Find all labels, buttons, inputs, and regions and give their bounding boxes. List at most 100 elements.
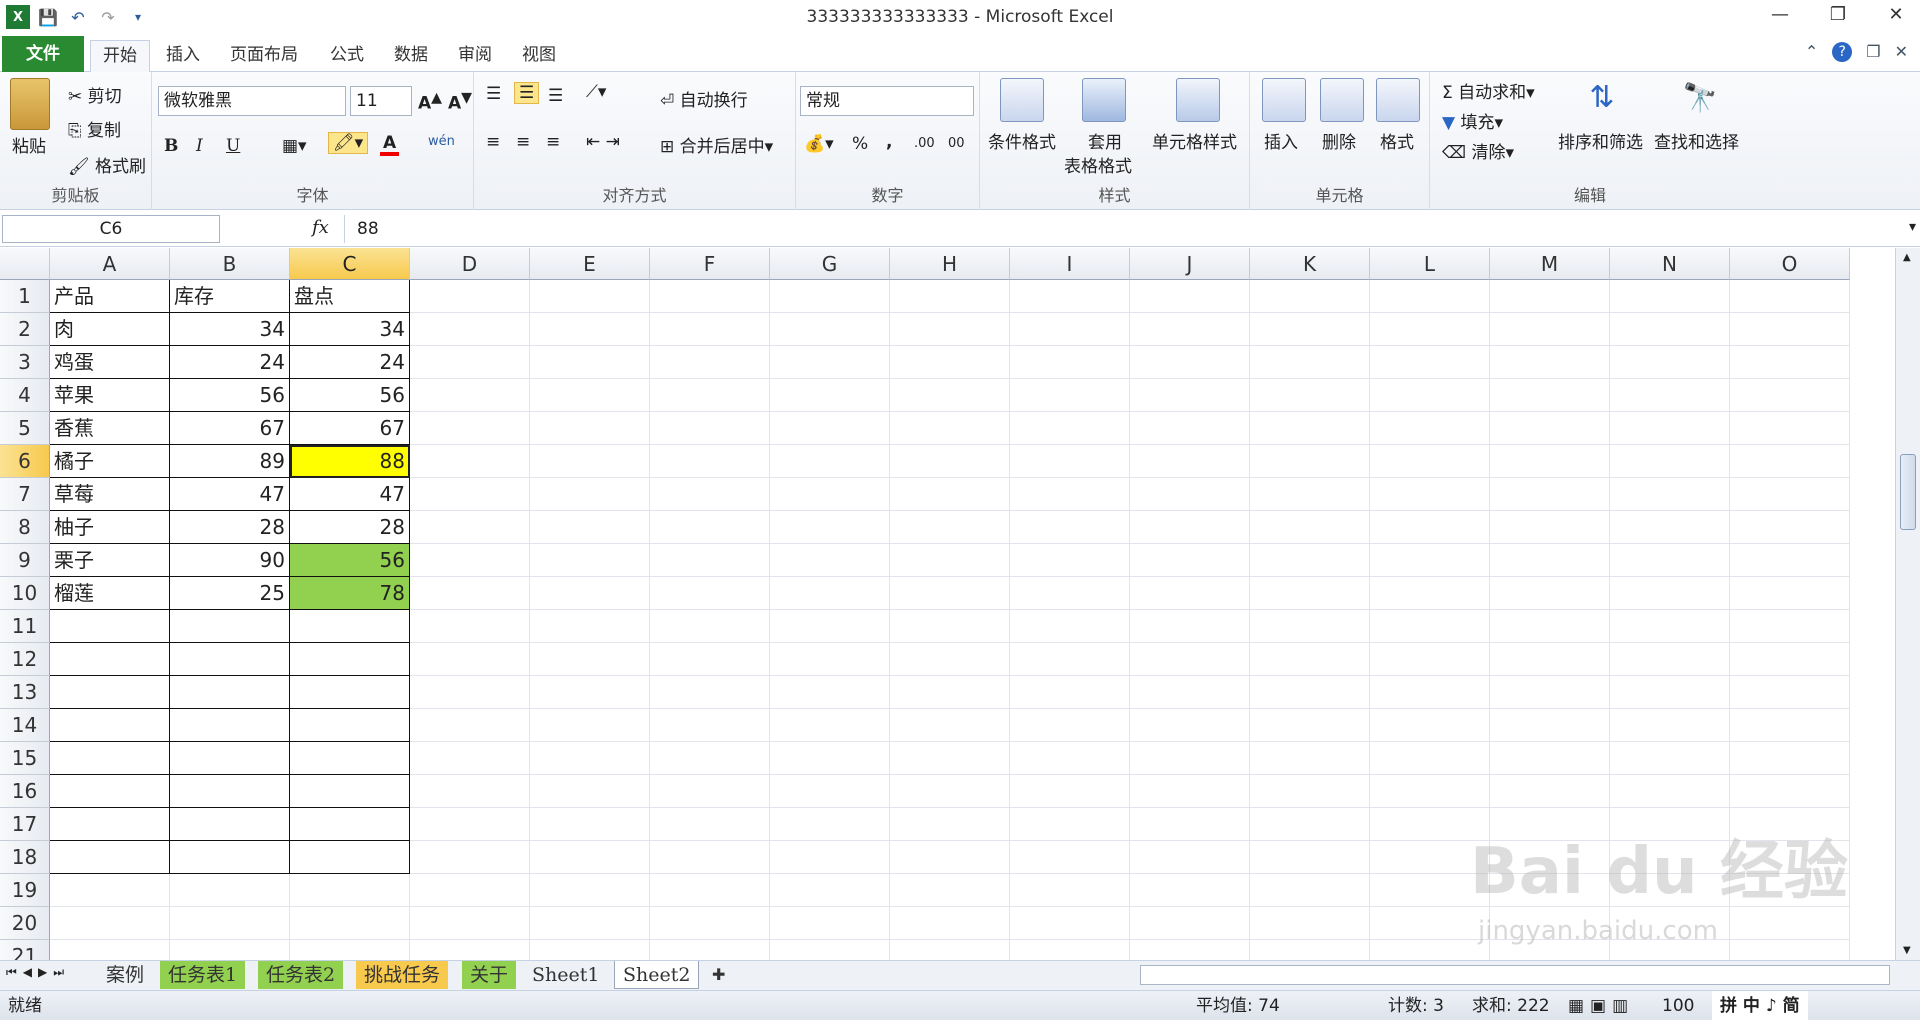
cell-c21[interactable] — [290, 940, 410, 960]
close-button[interactable]: ✕ — [1880, 4, 1912, 25]
cell-i2[interactable] — [1010, 313, 1130, 346]
row-header-11[interactable]: 11 — [0, 610, 50, 643]
cell-g3[interactable] — [770, 346, 890, 379]
cell-h18[interactable] — [890, 841, 1010, 874]
cell-i21[interactable] — [1010, 940, 1130, 960]
cell-o2[interactable] — [1730, 313, 1850, 346]
cell-j2[interactable] — [1130, 313, 1250, 346]
cell-f15[interactable] — [650, 742, 770, 775]
cell-f6[interactable] — [650, 445, 770, 478]
cell-g4[interactable] — [770, 379, 890, 412]
cell-d16[interactable] — [410, 775, 530, 808]
table-format-button[interactable]: 表格格式 — [1064, 152, 1132, 177]
format-cells-button[interactable]: 格式 — [1380, 128, 1414, 153]
cell-m10[interactable] — [1490, 577, 1610, 610]
cell-e1[interactable] — [530, 280, 650, 313]
row-header-14[interactable]: 14 — [0, 709, 50, 742]
cell-d7[interactable] — [410, 478, 530, 511]
cell-g7[interactable] — [770, 478, 890, 511]
cell-b21[interactable] — [170, 940, 290, 960]
column-header-m[interactable]: M — [1490, 248, 1610, 280]
cell-a13[interactable] — [50, 676, 170, 709]
column-header-j[interactable]: J — [1130, 248, 1250, 280]
cell-c13[interactable] — [290, 676, 410, 709]
cell-b5[interactable]: 67 — [170, 412, 290, 445]
conditional-format-button[interactable]: 条件格式 — [988, 128, 1056, 153]
cell-c10[interactable]: 78 — [290, 577, 410, 610]
cell-g14[interactable] — [770, 709, 890, 742]
cell-i8[interactable] — [1010, 511, 1130, 544]
cell-d17[interactable] — [410, 808, 530, 841]
cell-i7[interactable] — [1010, 478, 1130, 511]
cell-l10[interactable] — [1370, 577, 1490, 610]
cell-m11[interactable] — [1490, 610, 1610, 643]
currency-icon[interactable]: 💰▾ — [804, 134, 834, 154]
cell-o11[interactable] — [1730, 610, 1850, 643]
cell-f4[interactable] — [650, 379, 770, 412]
cell-j10[interactable] — [1130, 577, 1250, 610]
cell-l16[interactable] — [1370, 775, 1490, 808]
tab-view[interactable]: 视图 — [514, 40, 564, 72]
cell-d19[interactable] — [410, 874, 530, 907]
phonetic-icon[interactable]: wén — [428, 134, 455, 149]
cell-l14[interactable] — [1370, 709, 1490, 742]
cell-b10[interactable]: 25 — [170, 577, 290, 610]
cut-button[interactable]: ✂ 剪切 — [68, 82, 122, 107]
cell-j13[interactable] — [1130, 676, 1250, 709]
row-header-2[interactable]: 2 — [0, 313, 50, 346]
cell-a11[interactable] — [50, 610, 170, 643]
row-header-5[interactable]: 5 — [0, 412, 50, 445]
cell-j5[interactable] — [1130, 412, 1250, 445]
cell-k9[interactable] — [1250, 544, 1370, 577]
cell-k12[interactable] — [1250, 643, 1370, 676]
cell-f19[interactable] — [650, 874, 770, 907]
cell-j3[interactable] — [1130, 346, 1250, 379]
cell-g13[interactable] — [770, 676, 890, 709]
clear-button[interactable]: ⌫ 清除▾ — [1442, 138, 1514, 163]
scroll-thumb[interactable] — [1900, 454, 1916, 530]
cell-h6[interactable] — [890, 445, 1010, 478]
cell-i5[interactable] — [1010, 412, 1130, 445]
insert-function-button[interactable]: fx — [312, 217, 329, 238]
column-header-o[interactable]: O — [1730, 248, 1850, 280]
name-box[interactable]: C6 — [2, 215, 220, 243]
borders-icon[interactable]: ▦▾ — [282, 136, 307, 156]
cell-n7[interactable] — [1610, 478, 1730, 511]
cell-b9[interactable]: 90 — [170, 544, 290, 577]
cell-n12[interactable] — [1610, 643, 1730, 676]
cell-h13[interactable] — [890, 676, 1010, 709]
cell-n13[interactable] — [1610, 676, 1730, 709]
row-header-9[interactable]: 9 — [0, 544, 50, 577]
cell-f8[interactable] — [650, 511, 770, 544]
cell-c12[interactable] — [290, 643, 410, 676]
cell-a18[interactable] — [50, 841, 170, 874]
cell-a17[interactable] — [50, 808, 170, 841]
column-header-k[interactable]: K — [1250, 248, 1370, 280]
cell-a6[interactable]: 橘子 — [50, 445, 170, 478]
minimize-button[interactable]: — — [1764, 4, 1796, 25]
cell-h7[interactable] — [890, 478, 1010, 511]
restore-button[interactable]: ❐ — [1822, 4, 1854, 25]
row-header-15[interactable]: 15 — [0, 742, 50, 775]
cell-n3[interactable] — [1610, 346, 1730, 379]
font-color-button[interactable]: A — [380, 134, 400, 156]
cell-f1[interactable] — [650, 280, 770, 313]
cell-g16[interactable] — [770, 775, 890, 808]
align-bottom-icon[interactable]: ☰ — [548, 86, 563, 106]
cell-k6[interactable] — [1250, 445, 1370, 478]
cell-e6[interactable] — [530, 445, 650, 478]
cell-c6[interactable]: 88 — [290, 445, 410, 478]
cell-e21[interactable] — [530, 940, 650, 960]
sheet-tab-task2[interactable]: 任务表2 — [258, 961, 344, 989]
paste-icon[interactable] — [10, 78, 50, 130]
fill-button[interactable]: ▼ 填充▾ — [1442, 108, 1503, 133]
cell-h5[interactable] — [890, 412, 1010, 445]
cell-h4[interactable] — [890, 379, 1010, 412]
cell-m6[interactable] — [1490, 445, 1610, 478]
cell-c3[interactable]: 24 — [290, 346, 410, 379]
cell-i4[interactable] — [1010, 379, 1130, 412]
cell-f16[interactable] — [650, 775, 770, 808]
view-mode-icons[interactable]: ▦▣▥ — [1568, 991, 1634, 1021]
cell-g6[interactable] — [770, 445, 890, 478]
tab-file[interactable]: 文件 — [2, 36, 84, 72]
